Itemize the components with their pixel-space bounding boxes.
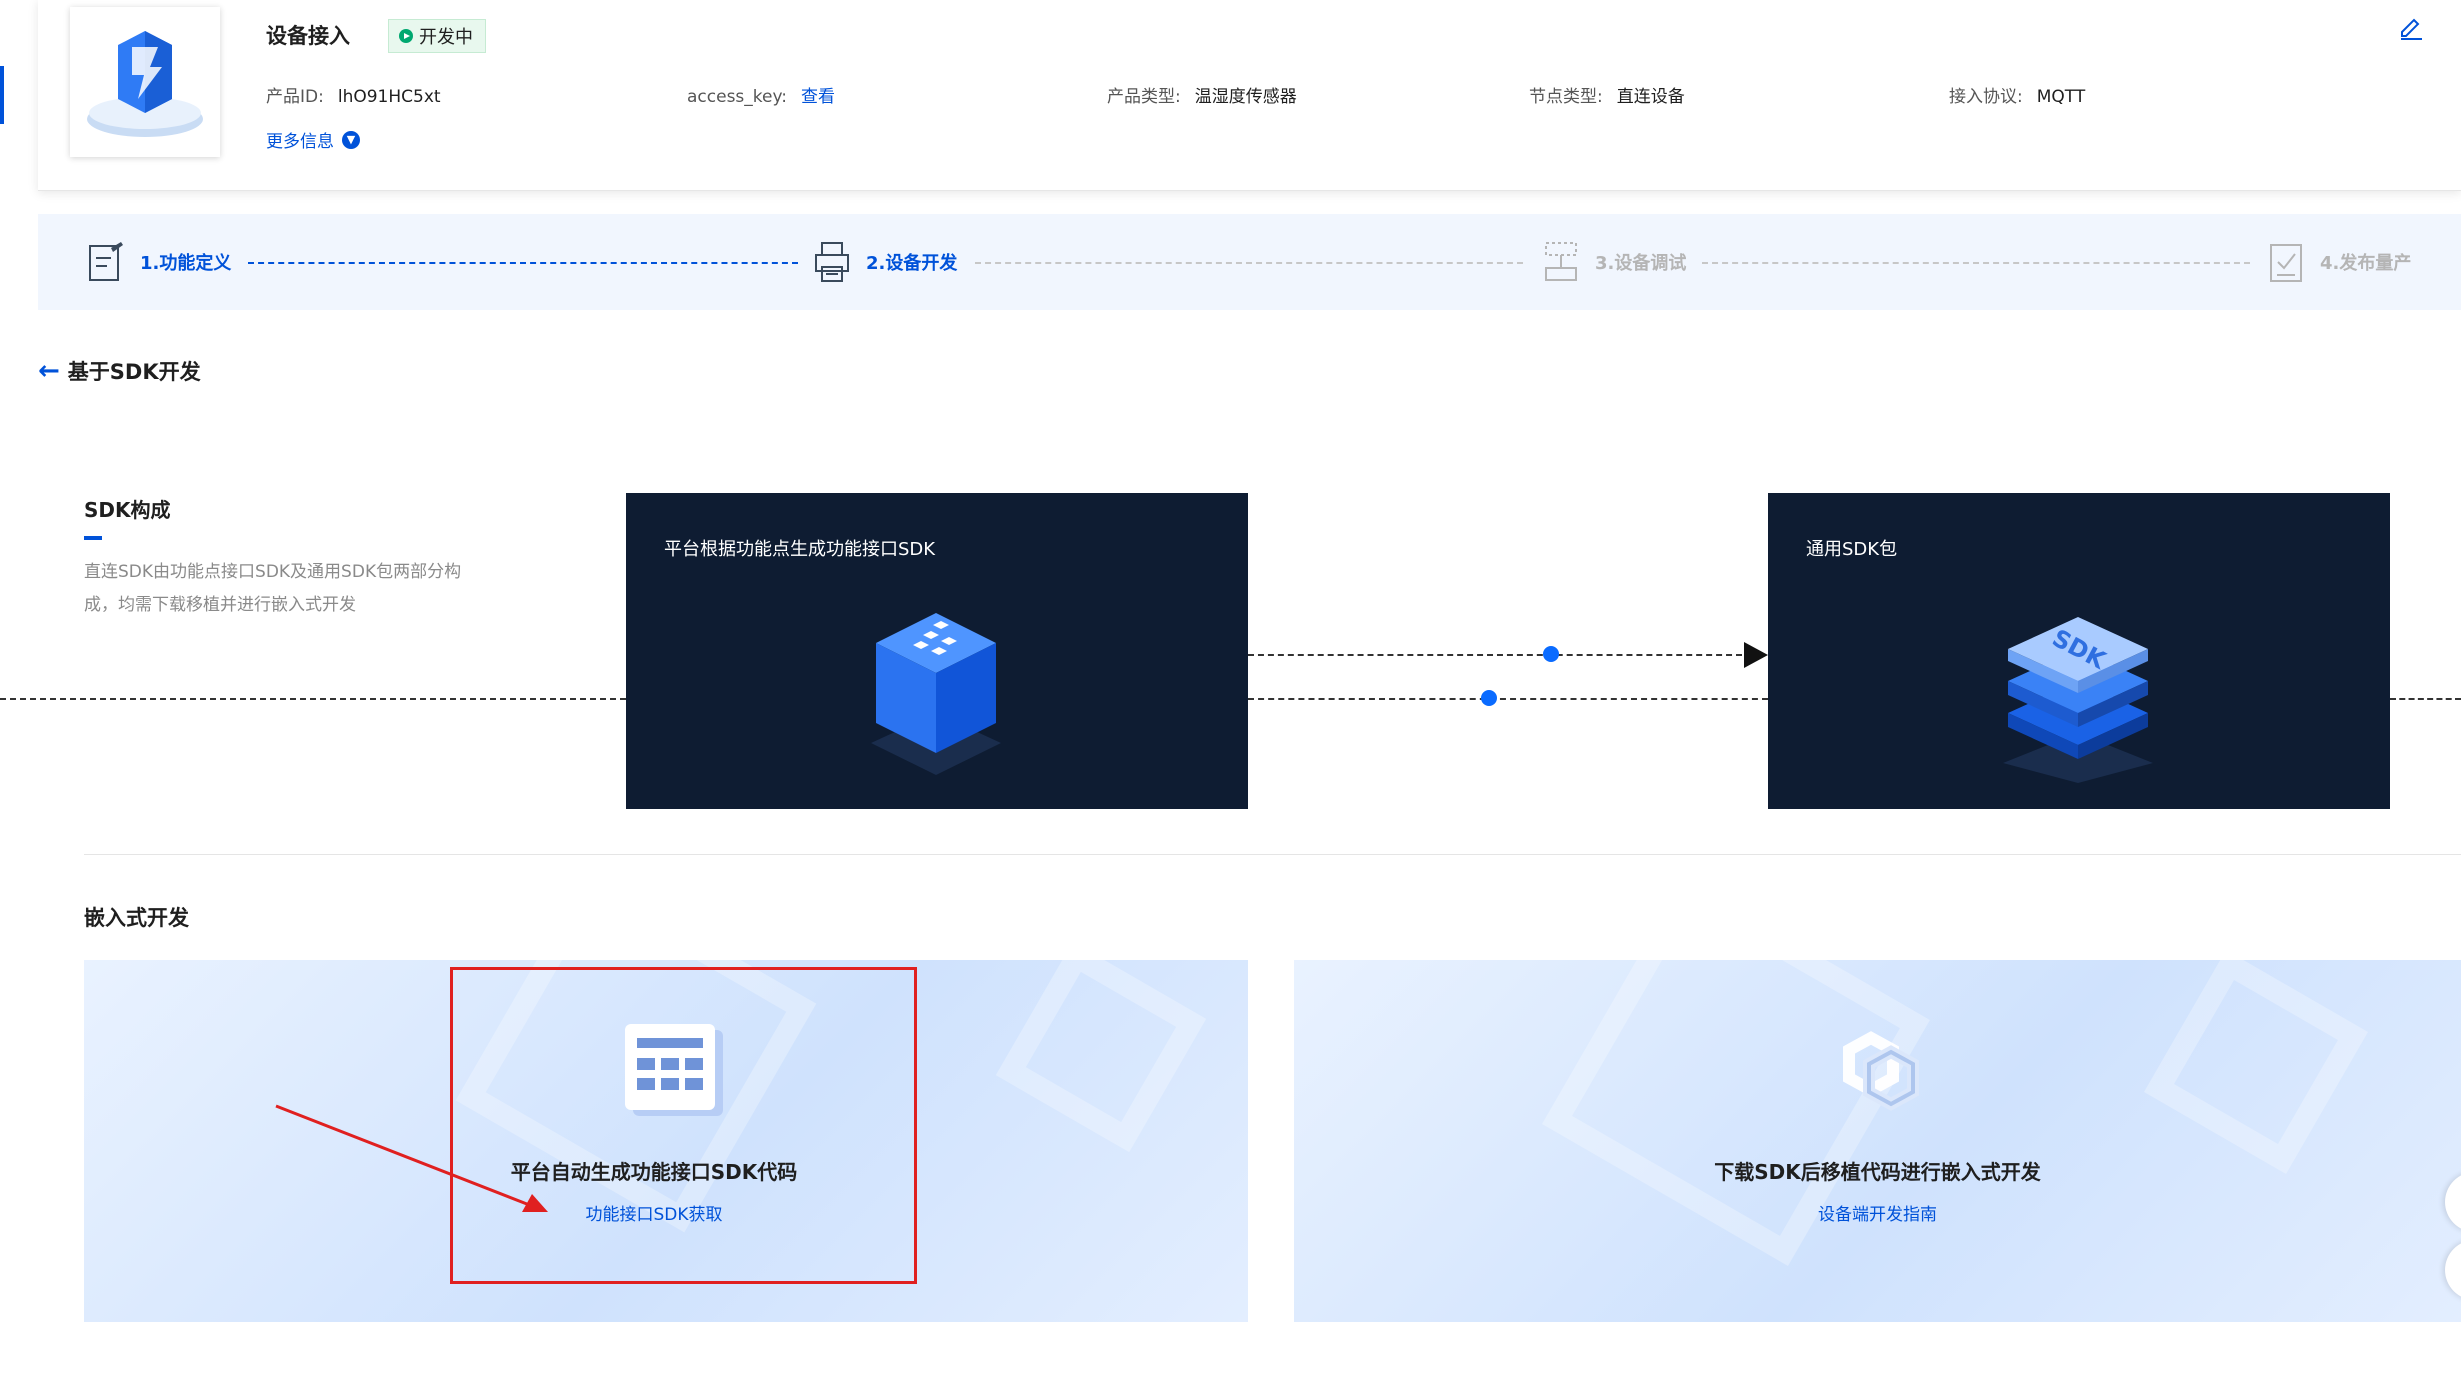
checklist-icon (2266, 240, 2306, 284)
step-label: 3.设备调试 (1595, 253, 1687, 274)
printer-icon (812, 240, 852, 284)
product-id-label: 产品ID: (266, 87, 324, 107)
background-decoration (995, 960, 1207, 1153)
step-release-production[interactable]: 4.发布量产 (2266, 240, 2411, 284)
step-feature-definition[interactable]: 1.功能定义 (86, 240, 231, 284)
connector-line (0, 698, 626, 700)
panel-title: 下载SDK后移植代码进行嵌入式开发 (1714, 1160, 2041, 1184)
back-link[interactable]: ← 基于SDK开发 (38, 356, 201, 386)
protocol-label: 接入协议: (1949, 87, 2023, 107)
left-nav-accent (0, 66, 4, 124)
arrow-right-icon (1744, 642, 1768, 668)
product-type-value: 温湿度传感器 (1194, 87, 1297, 107)
product-type-field: 产品类型: 温湿度传感器 (1107, 82, 1297, 107)
step-connector (975, 262, 1523, 264)
protocol-field: 接入协议: MQTT (1949, 82, 2085, 107)
sdk-stack-icon: SDK (2003, 617, 2153, 783)
sdk-description: 直连SDK由功能点接口SDK及通用SDK包两部分构成，均需下载移植并进行嵌入式开… (84, 562, 462, 615)
step-device-debugging[interactable]: 3.设备调试 (1541, 240, 1686, 284)
chevron-down-icon: ▼ (342, 130, 360, 149)
connector-line (1248, 654, 1742, 656)
sdk-card-general-package: 通用SDK包 SDK (1768, 493, 2390, 809)
access-key-label: access_key: (687, 87, 788, 107)
connector-node (1543, 646, 1559, 662)
more-info-toggle[interactable]: 更多信息 ▼ (266, 127, 360, 152)
protocol-value: MQTT (2036, 87, 2086, 107)
connector-node (1481, 690, 1497, 706)
cube-icon (871, 613, 1001, 775)
status-badge: 开发中 (388, 19, 486, 53)
card-title: 通用SDK包 (1806, 539, 1898, 560)
node-type-value: 直连设备 (1616, 87, 1685, 107)
product-id-field: 产品ID: lhO91HC5xt (266, 82, 441, 107)
connector-line (2390, 698, 2461, 700)
card-title: 平台根据功能点生成功能接口SDK (664, 539, 936, 560)
annotation-arrow-icon (275, 1104, 548, 1212)
step-connector (248, 262, 798, 264)
sdk-card-function-interface: 平台根据功能点生成功能接口SDK (626, 493, 1248, 809)
step-label: 4.发布量产 (2320, 253, 2412, 274)
step-label: 1.功能定义 (140, 253, 232, 274)
chain-link-icon (1843, 1031, 1919, 1111)
step-label: 2.设备开发 (866, 253, 958, 274)
node-type-field: 节点类型: 直连设备 (1529, 82, 1685, 107)
view-access-key-link[interactable]: 查看 (801, 87, 835, 107)
status-text: 开发中 (419, 27, 473, 48)
arrow-left-icon: ← (38, 356, 60, 386)
step-connector (1702, 262, 2250, 264)
page-title: 设备接入 (266, 24, 350, 48)
sdk-section-title: SDK构成 (84, 498, 171, 522)
panel-port-sdk: 下载SDK后移植代码进行嵌入式开发 设备端开发指南 (1294, 960, 2461, 1322)
product-id-value: lhO91HC5xt (337, 87, 441, 107)
connector-line (1248, 698, 1768, 700)
more-info-label: 更多信息 (266, 132, 334, 152)
product-thumbnail (70, 7, 220, 157)
debug-icon (1541, 240, 1581, 284)
back-label: 基于SDK开发 (67, 360, 201, 384)
background-decoration (2143, 960, 2369, 1175)
access-key-field: access_key: 查看 (687, 82, 835, 107)
title-underline (84, 536, 102, 540)
edit-doc-icon (86, 240, 126, 284)
device-image-icon (87, 31, 203, 137)
node-type-label: 节点类型: (1529, 87, 1603, 107)
step-device-development[interactable]: 2.设备开发 (812, 240, 957, 284)
embedded-section-title: 嵌入式开发 (84, 906, 189, 930)
device-dev-guide-link[interactable]: 设备端开发指南 (1294, 1200, 2461, 1225)
section-divider (84, 854, 2461, 855)
product-type-label: 产品类型: (1107, 87, 1181, 107)
edit-icon[interactable] (2397, 12, 2425, 46)
play-status-icon (399, 29, 413, 43)
